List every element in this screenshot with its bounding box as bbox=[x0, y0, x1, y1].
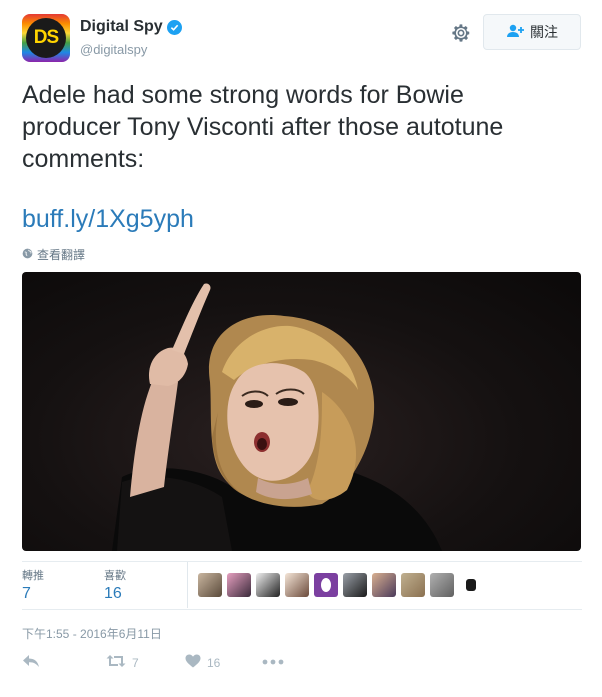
globe-icon bbox=[22, 248, 37, 262]
liker-avatar[interactable] bbox=[430, 573, 454, 597]
gear-icon[interactable] bbox=[450, 22, 472, 44]
tweet-timestamp[interactable]: 下午1:55 - 2016年6月11日 bbox=[22, 625, 162, 642]
liker-avatar[interactable] bbox=[198, 573, 222, 597]
likes-value: 16 bbox=[104, 585, 122, 602]
tweet-actions: 7 16 bbox=[22, 654, 322, 674]
retweet-count: 7 bbox=[132, 655, 139, 670]
tweet-header: DS Digital Spy @digitalspy 關注 bbox=[22, 14, 582, 66]
liker-avatar[interactable] bbox=[314, 573, 338, 597]
tweet-link[interactable]: buff.ly/1Xg5yph bbox=[22, 205, 194, 234]
follow-button[interactable]: 關注 bbox=[483, 14, 581, 50]
liker-avatar[interactable] bbox=[372, 573, 396, 597]
retweets-value: 7 bbox=[22, 585, 31, 602]
translate-label: 查看翻譯 bbox=[37, 248, 86, 262]
follow-label: 關注 bbox=[530, 24, 558, 40]
likes-label: 喜歡 bbox=[104, 570, 126, 582]
like-button[interactable]: 16 bbox=[185, 654, 220, 671]
name-row: Digital Spy bbox=[80, 18, 182, 36]
translate-link[interactable]: 查看翻譯 bbox=[22, 246, 85, 263]
liker-avatar[interactable] bbox=[343, 573, 367, 597]
tweet-text: Adele had some strong words for Bowie pr… bbox=[22, 81, 504, 173]
verified-icon bbox=[166, 19, 182, 35]
reply-button[interactable] bbox=[22, 654, 46, 671]
retweet-button[interactable]: 7 bbox=[106, 654, 139, 671]
liker-avatar[interactable] bbox=[285, 573, 309, 597]
likes-stat[interactable]: 喜歡 16 bbox=[104, 567, 126, 603]
stats-divider bbox=[187, 562, 188, 608]
avatar-logo: DS bbox=[26, 18, 66, 58]
avatar[interactable]: DS bbox=[22, 14, 70, 62]
user-handle[interactable]: @digitalspy bbox=[80, 42, 147, 57]
tweet-photo[interactable] bbox=[22, 272, 581, 551]
retweets-stat[interactable]: 轉推 7 bbox=[22, 567, 44, 603]
liker-avatars bbox=[198, 573, 488, 597]
retweet-icon bbox=[106, 654, 132, 671]
like-count: 16 bbox=[207, 655, 221, 670]
egg-icon bbox=[321, 578, 331, 592]
more-icon bbox=[262, 654, 290, 668]
dark-glyph-icon bbox=[466, 579, 476, 591]
display-name[interactable]: Digital Spy bbox=[80, 18, 163, 36]
retweets-label: 轉推 bbox=[22, 570, 44, 582]
reply-icon bbox=[22, 654, 46, 671]
more-button[interactable] bbox=[262, 654, 290, 668]
add-user-icon bbox=[506, 24, 530, 41]
stats-top-divider bbox=[22, 561, 582, 562]
liker-avatar[interactable] bbox=[459, 573, 483, 597]
liker-avatar[interactable] bbox=[256, 573, 280, 597]
heart-icon bbox=[185, 654, 207, 671]
stats-bottom-divider bbox=[22, 609, 582, 610]
liker-avatar[interactable] bbox=[401, 573, 425, 597]
liker-avatar[interactable] bbox=[227, 573, 251, 597]
